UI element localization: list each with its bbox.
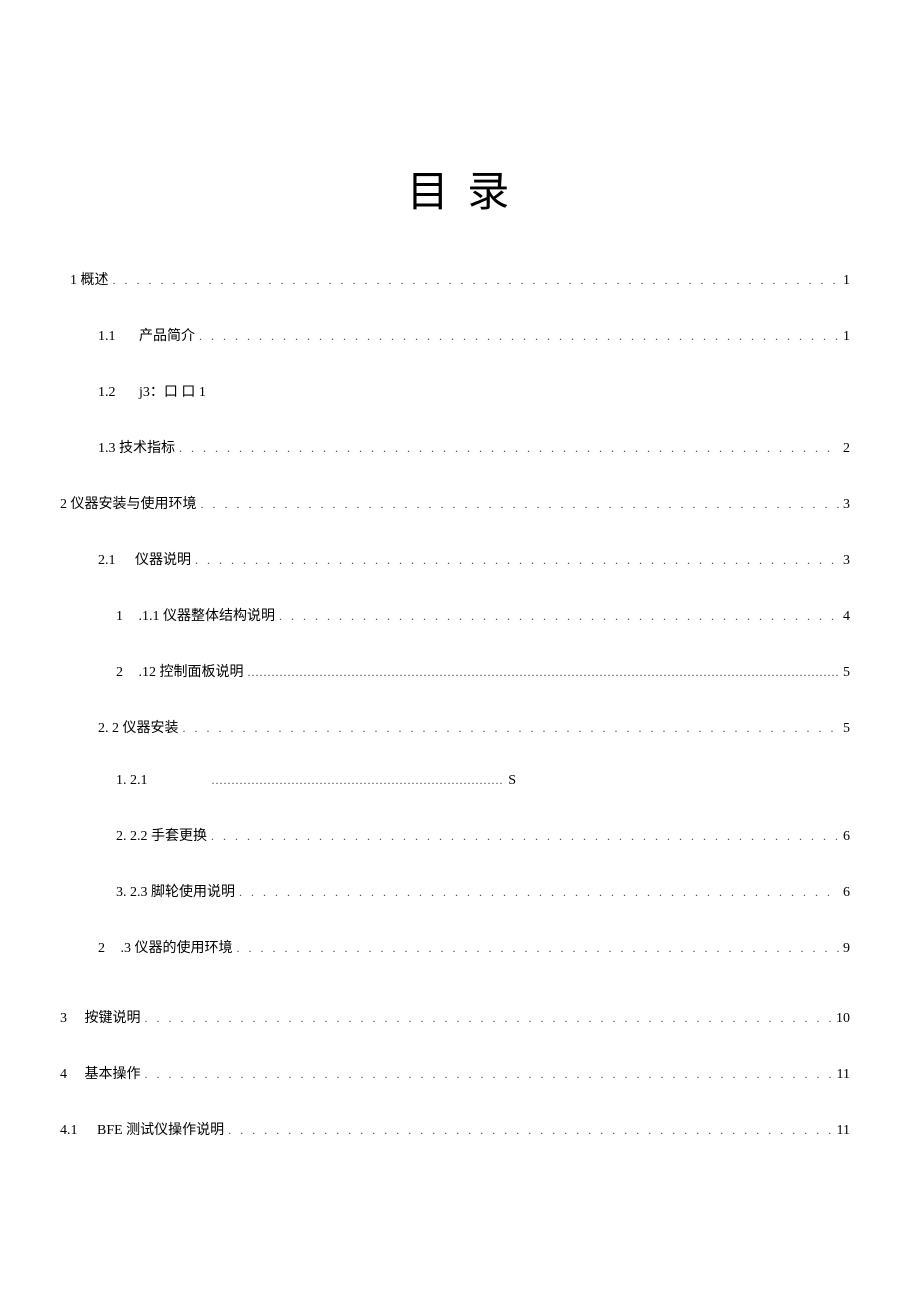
toc-leader bbox=[201, 497, 840, 512]
toc-row: 1. 2.1 S bbox=[70, 773, 516, 789]
toc-row: 1.3 技术指标 2 bbox=[70, 437, 850, 457]
toc-leader bbox=[113, 273, 840, 288]
toc-row: 2 .3 仪器的使用环境 9 bbox=[70, 937, 850, 957]
toc-label: 1.2 j3：口 口 1 bbox=[98, 381, 206, 401]
toc-page: 10 bbox=[836, 1011, 850, 1027]
toc-label: 2 仪器安装与使用环境 bbox=[60, 493, 197, 513]
toc-leader bbox=[228, 1123, 832, 1138]
toc-label: 2.1 仪器说明 bbox=[98, 549, 191, 569]
toc-row: 1 .1.1 仪器整体结构说明 4 bbox=[70, 605, 850, 625]
toc-label: 2. 2.2 手套更换 bbox=[116, 825, 207, 845]
toc-label: 2 .12 控制面板说明 bbox=[116, 661, 244, 681]
toc-title: 目 录 bbox=[70, 158, 850, 219]
toc-page: 3 bbox=[843, 553, 850, 569]
toc-row: 3 按键说明 10 bbox=[60, 1007, 850, 1027]
toc-row: 1.2 j3：口 口 1 bbox=[70, 381, 850, 401]
toc-leader bbox=[145, 1011, 833, 1026]
toc-row: 1.1 产品简介 1 bbox=[70, 325, 850, 345]
toc-label: 2 .3 仪器的使用环境 bbox=[98, 937, 233, 957]
toc-page: 5 bbox=[843, 721, 850, 737]
toc-row: 2 仪器安装与使用环境 3 bbox=[60, 493, 850, 513]
toc-label: 1. 2.1 bbox=[116, 773, 148, 789]
toc-label: 3 按键说明 bbox=[60, 1007, 141, 1027]
toc-page: 1 bbox=[843, 273, 850, 289]
toc-leader bbox=[248, 665, 840, 680]
toc-leader bbox=[279, 609, 839, 624]
toc-row: 4 基本操作 11 bbox=[60, 1063, 850, 1083]
toc-page: S bbox=[508, 773, 516, 789]
toc-leader bbox=[199, 329, 839, 344]
toc-row: 2. 2 仪器安装 5 bbox=[70, 717, 850, 737]
toc-page: 9 bbox=[843, 941, 850, 957]
toc-label: 1.3 技术指标 bbox=[98, 437, 175, 457]
toc-leader bbox=[211, 829, 839, 844]
toc-leader bbox=[179, 441, 839, 456]
toc-page: 2 bbox=[843, 441, 850, 457]
toc-label: 4.1 BFE 测试仪操作说明 bbox=[60, 1119, 224, 1139]
toc-leader bbox=[239, 885, 839, 900]
toc-leader bbox=[212, 773, 505, 788]
toc-label: 3. 2.3 脚轮使用说明 bbox=[116, 881, 235, 901]
toc-page: 11 bbox=[837, 1067, 850, 1083]
toc-row: 2.1 仪器说明 3 bbox=[70, 549, 850, 569]
toc-page: 11 bbox=[837, 1123, 850, 1139]
toc-row: 2 .12 控制面板说明 5 bbox=[70, 661, 850, 681]
toc-leader bbox=[237, 941, 840, 956]
toc-page: 3 bbox=[843, 497, 850, 513]
toc-label: 1 概述 bbox=[70, 269, 109, 289]
toc-row: 3. 2.3 脚轮使用说明 6 bbox=[70, 881, 850, 901]
toc-page: 5 bbox=[843, 665, 850, 681]
toc-label: 2. 2 仪器安装 bbox=[98, 717, 179, 737]
toc-page: 1 bbox=[843, 329, 850, 345]
toc-label: 4 基本操作 bbox=[60, 1063, 141, 1083]
toc-page: 6 bbox=[843, 885, 850, 901]
toc-leader bbox=[145, 1067, 833, 1082]
toc-leader bbox=[195, 553, 839, 568]
toc-label: 1.1 产品简介 bbox=[98, 325, 195, 345]
toc-label: 1 .1.1 仪器整体结构说明 bbox=[116, 605, 275, 625]
toc-row: 4.1 BFE 测试仪操作说明 11 bbox=[60, 1119, 850, 1139]
toc-row: 1 概述 1 bbox=[70, 269, 850, 289]
toc-page: 4 bbox=[843, 609, 850, 625]
toc-leader bbox=[183, 721, 840, 736]
toc-page: 6 bbox=[843, 829, 850, 845]
toc-row: 2. 2.2 手套更换 6 bbox=[70, 825, 850, 845]
